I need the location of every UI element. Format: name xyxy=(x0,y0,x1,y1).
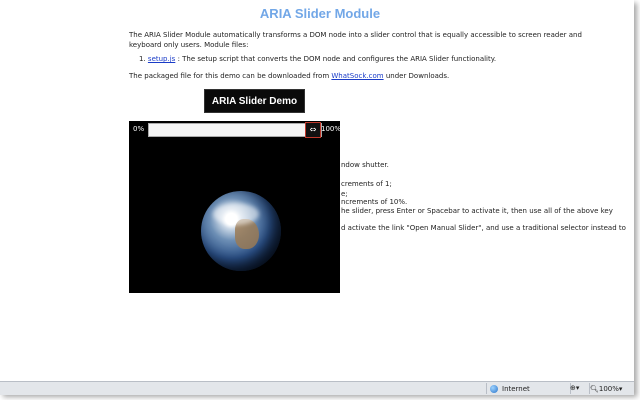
slider-min-label: 0% xyxy=(133,125,145,133)
resize-arrows-icon[interactable]: ⇔ xyxy=(305,122,321,138)
download-text: The packaged file for this demo can be d… xyxy=(129,71,599,81)
security-zone-label: Internet xyxy=(502,384,530,393)
intro-text: The ARIA Slider Module automatically tra… xyxy=(129,31,582,49)
status-separator xyxy=(486,383,487,394)
zoom-icon: 🔍︎ xyxy=(590,384,599,393)
zoom-control[interactable]: 🔍︎ 100% ▾ xyxy=(590,384,634,393)
security-zone[interactable]: Internet xyxy=(490,384,572,393)
zoom-level: 100% xyxy=(598,384,619,393)
slider-track[interactable] xyxy=(148,123,322,137)
page-title: ARIA Slider Module xyxy=(259,6,381,21)
slider-demo-panel: 0% ⇔ 100% xyxy=(129,121,342,293)
globe-icon xyxy=(490,384,498,393)
instructions-line-6: d activate the link "Open Manual Slider"… xyxy=(341,224,626,232)
instructions-line-2: crements of 1; xyxy=(341,180,392,188)
protected-mode-icon[interactable]: ⊕▾ xyxy=(570,384,588,393)
file-description: : The setup script that converts the DOM… xyxy=(177,55,497,63)
status-bar: Internet ⊕▾ 🔍︎ 100% ▾ xyxy=(0,381,634,395)
file-list-number: 1. xyxy=(139,55,146,63)
slider-max-label: 100% xyxy=(321,125,342,133)
instructions-line-5: he slider, press Enter or Spacebar to ac… xyxy=(341,207,613,215)
setup-js-link[interactable]: setup.js xyxy=(148,55,175,63)
whatsock-link[interactable]: WhatSock.com xyxy=(331,72,383,80)
instructions-line-1: ndow shutter. xyxy=(341,161,389,169)
aria-slider-demo-button[interactable]: ARIA Slider Demo xyxy=(204,89,305,113)
download-before: The packaged file for this demo can be d… xyxy=(129,72,332,80)
earth-image xyxy=(201,191,281,271)
browser-window: ARIA Slider Module The ARIA Slider Modul… xyxy=(0,0,634,395)
download-after: under Downloads. xyxy=(383,72,450,80)
chevron-down-icon: ▾ xyxy=(618,384,623,393)
file-list-item: 1. setup.js : The setup script that conv… xyxy=(139,54,599,64)
